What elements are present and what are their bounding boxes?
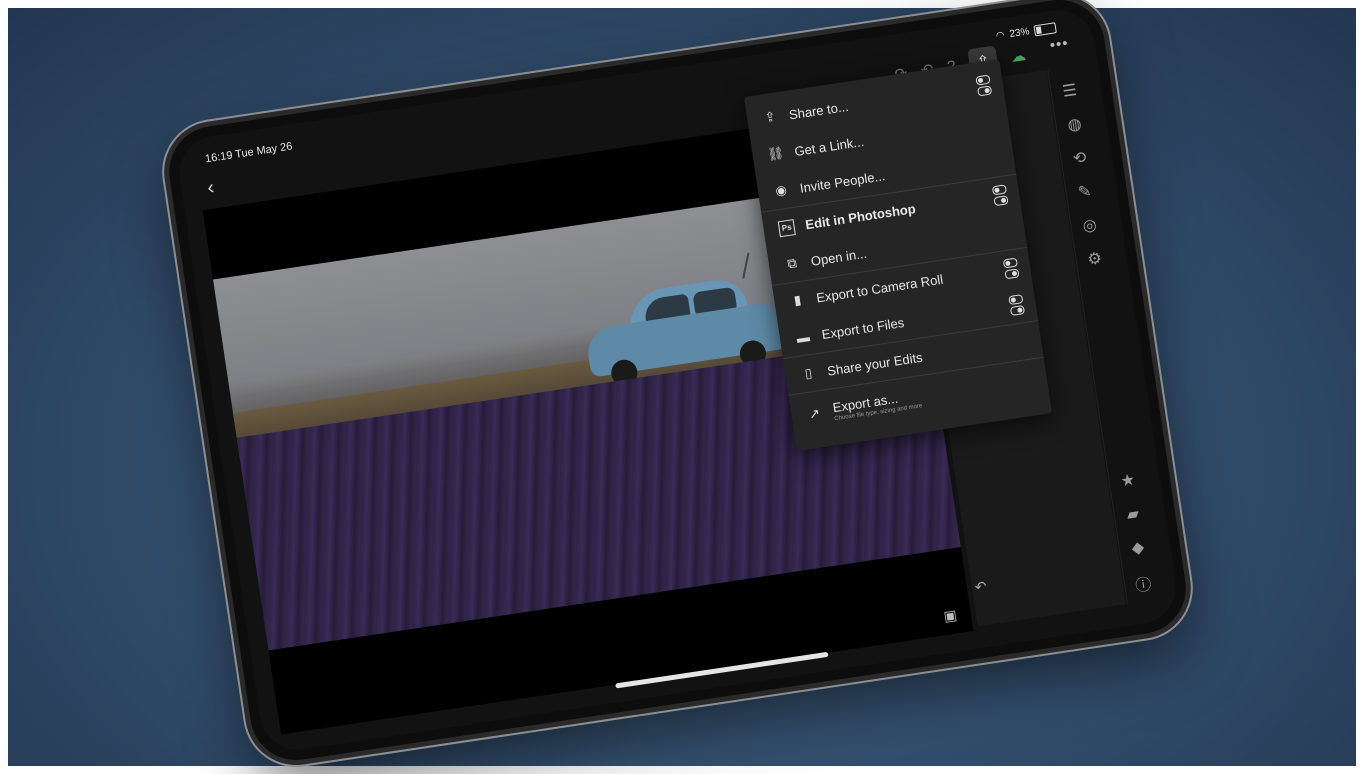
info-icon[interactable]: ⓘ <box>1124 569 1163 595</box>
reset-icon[interactable]: ↶ <box>974 578 988 597</box>
back-button[interactable]: ‹ <box>206 176 216 200</box>
wifi-icon: ◠ <box>995 29 1006 43</box>
open-in-icon: ⧉ <box>786 255 798 272</box>
heal-icon[interactable]: ◍ <box>1055 112 1094 137</box>
compare-icon[interactable]: ▣ <box>942 606 958 625</box>
status-bar-right: ◠ 23% <box>995 22 1057 42</box>
photoshop-icon: Ps <box>777 219 796 238</box>
sliders-icon[interactable]: ☰ <box>1050 78 1089 103</box>
toggle-icon[interactable] <box>975 74 993 97</box>
invite-people-icon: ◉ <box>774 181 788 199</box>
share-edits-icon: ▯ <box>803 365 814 382</box>
status-time: 16:19 Tue May 26 <box>204 140 294 166</box>
camera-roll-icon: ▮ <box>792 291 803 308</box>
comment-icon[interactable]: ▰ <box>1114 502 1153 527</box>
toggle-icon[interactable] <box>1008 294 1026 316</box>
share-icon: ⇪ <box>763 108 777 126</box>
tag-icon[interactable]: ◆ <box>1119 535 1158 560</box>
folder-icon: ▬ <box>795 328 811 346</box>
export-as-icon: ↗ <box>807 405 821 422</box>
radial-icon[interactable]: ◎ <box>1070 213 1109 238</box>
star-icon[interactable]: ★ <box>1109 468 1148 493</box>
more-options-icon[interactable]: ••• <box>1049 35 1070 55</box>
link-icon: ⛓ <box>766 144 785 163</box>
toggle-icon[interactable] <box>1002 257 1020 280</box>
cloud-sync-icon[interactable]: ☁ <box>1010 46 1027 66</box>
crop-icon[interactable]: ⟲ <box>1060 146 1099 171</box>
battery-icon <box>1033 22 1057 37</box>
toggle-icon[interactable] <box>991 184 1009 207</box>
adjust-icon[interactable]: ⚙ <box>1075 246 1114 271</box>
share-menu: ⇪ Share to... ⛓ Get a Link... ◉ Invite P… <box>743 58 1052 452</box>
brush-icon[interactable]: ✎ <box>1065 179 1104 204</box>
ipad-device: 16:19 Tue May 26 ◠ 23% ‹ ▣ ↷ <box>162 0 1193 767</box>
app-screen: 16:19 Tue May 26 ◠ 23% ‹ ▣ ↷ <box>174 5 1181 755</box>
battery-percent: 23% <box>1008 26 1031 41</box>
